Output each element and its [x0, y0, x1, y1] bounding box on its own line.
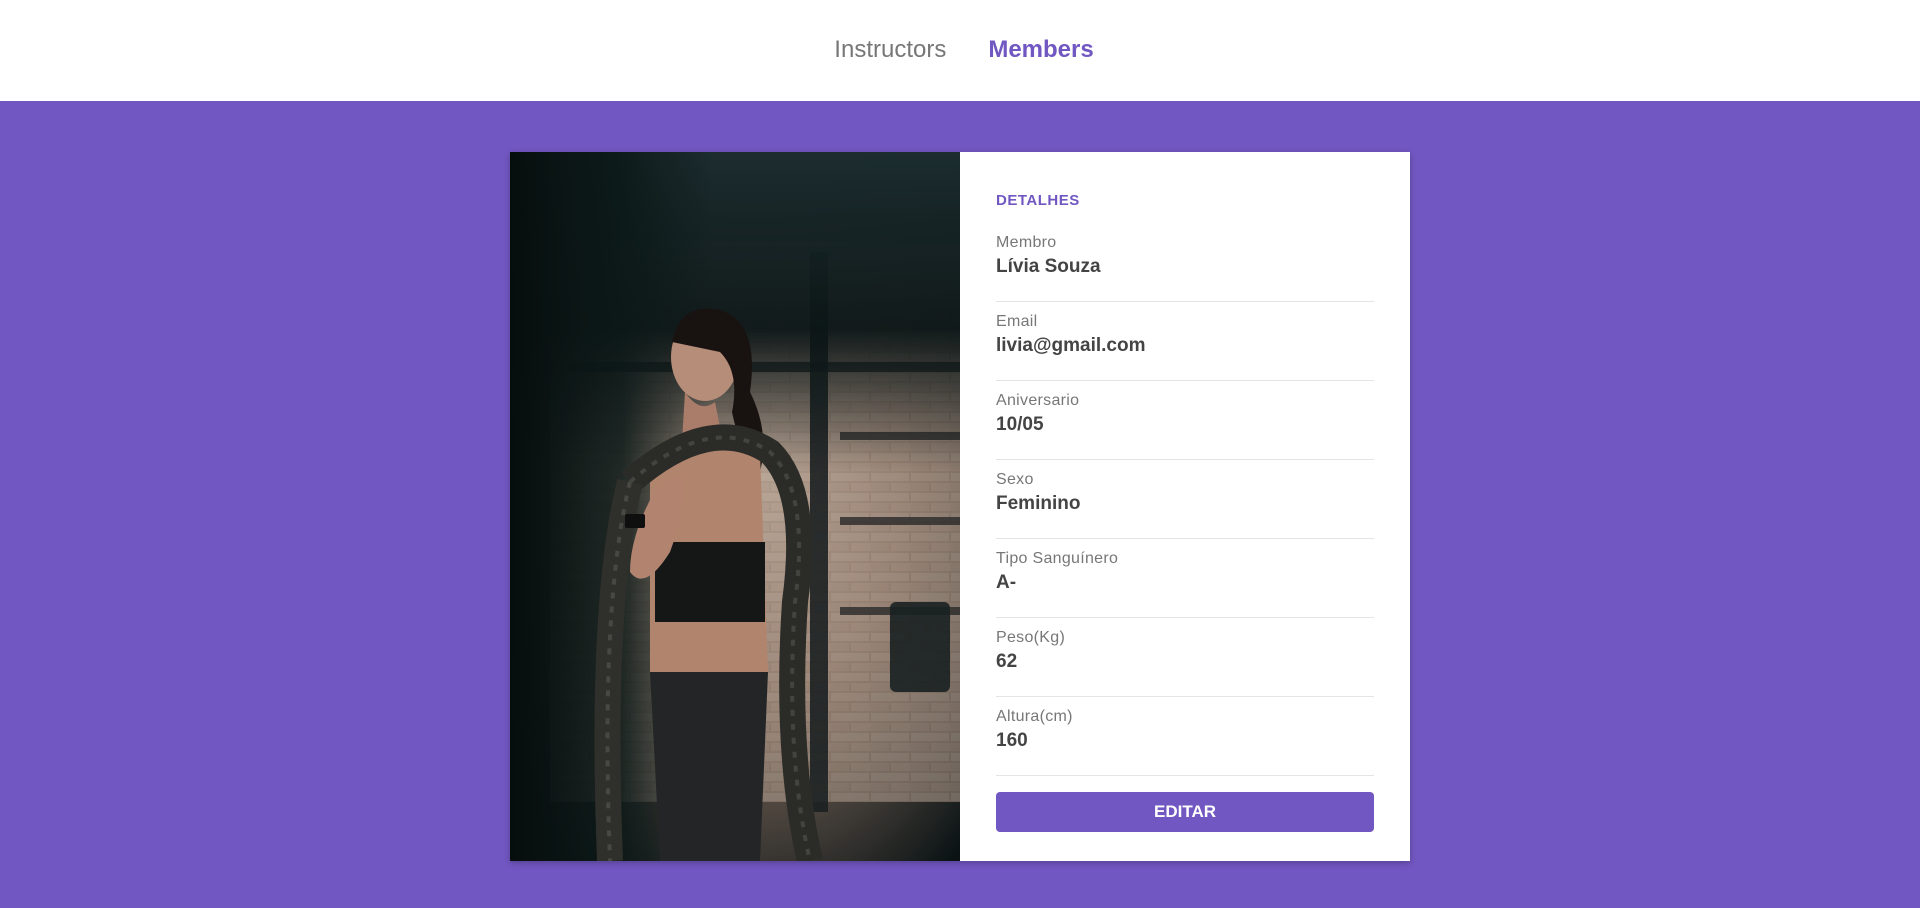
field-email: Email livia@gmail.com — [996, 302, 1374, 381]
field-label: Membro — [996, 234, 1057, 251]
field-aniversario: Aniversario 10/05 — [996, 381, 1374, 460]
field-value: 160 — [996, 730, 1028, 751]
field-value: Lívia Souza — [996, 256, 1101, 277]
nav-link-members[interactable]: Members — [988, 36, 1093, 64]
field-value: 10/05 — [996, 414, 1044, 435]
field-membro: Membro Lívia Souza — [996, 223, 1374, 302]
main-nav: Instructors Members — [834, 36, 1093, 64]
field-altura: Altura(cm) 160 — [996, 697, 1374, 776]
field-value: livia@gmail.com — [996, 335, 1146, 356]
member-details: DETALHES Membro Lívia Souza Email livia@… — [960, 152, 1410, 861]
details-title: DETALHES — [996, 192, 1080, 209]
member-photo-image — [510, 152, 960, 861]
field-value: 62 — [996, 651, 1018, 672]
field-value: A- — [996, 572, 1017, 593]
field-sexo: Sexo Feminino — [996, 460, 1374, 539]
edit-button[interactable]: EDITAR — [996, 792, 1374, 832]
nav-link-instructors[interactable]: Instructors — [834, 36, 946, 64]
field-tipo-sanguineo: Tipo Sanguínero A- — [996, 539, 1374, 618]
field-label: Peso(Kg) — [996, 629, 1066, 646]
field-label: Email — [996, 313, 1038, 330]
field-label: Aniversario — [996, 392, 1080, 409]
member-card: DETALHES Membro Lívia Souza Email livia@… — [510, 152, 1410, 861]
field-peso: Peso(Kg) 62 — [996, 618, 1374, 697]
field-label: Tipo Sanguínero — [996, 550, 1119, 567]
field-label: Altura(cm) — [996, 708, 1073, 725]
member-photo — [510, 152, 960, 861]
field-value: Feminino — [996, 493, 1081, 514]
top-navbar: Instructors Members — [0, 0, 1920, 101]
field-label: Sexo — [996, 471, 1034, 488]
